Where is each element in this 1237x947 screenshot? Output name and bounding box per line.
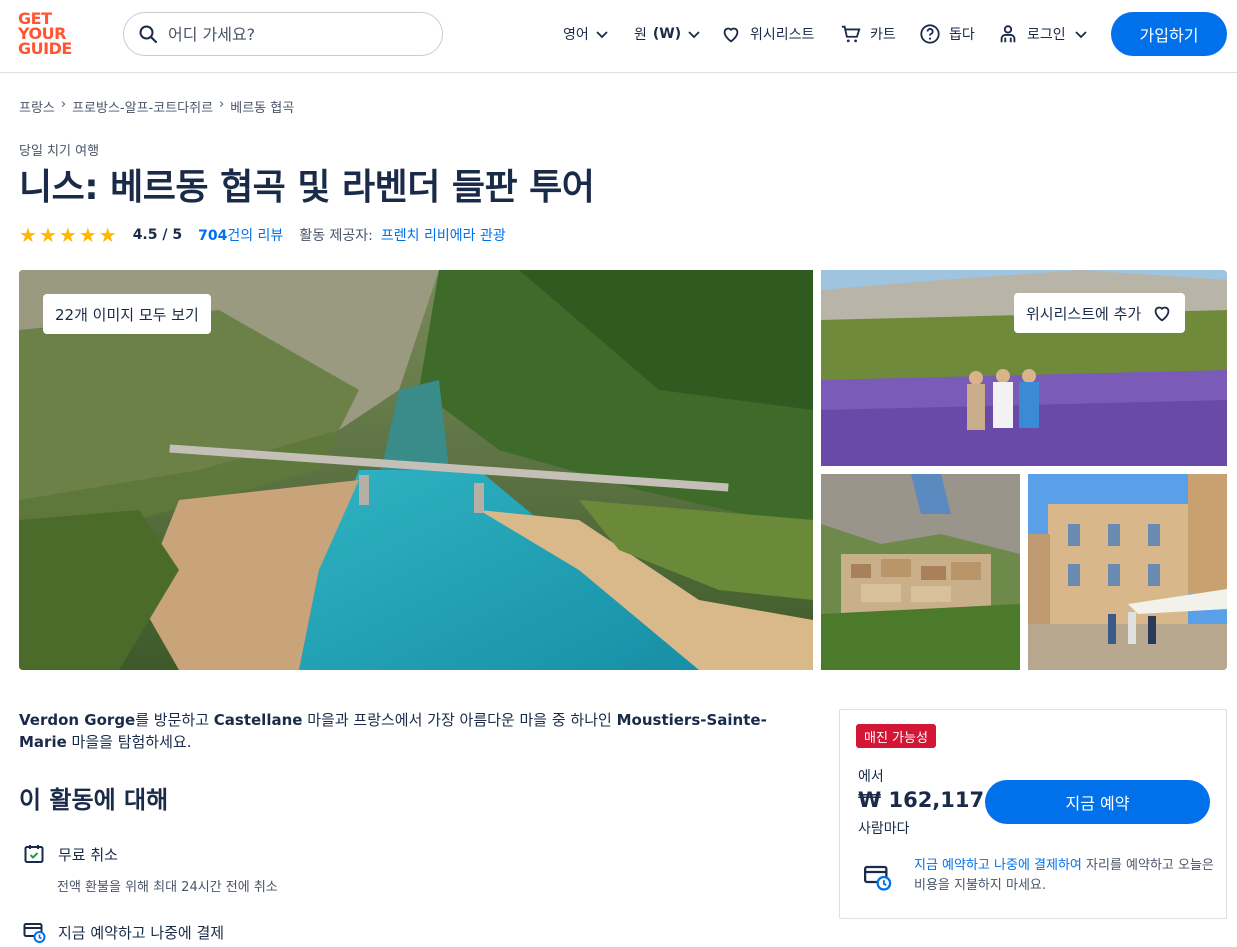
cart-link[interactable]: 카트 [840, 22, 896, 46]
summary-place-verdon: Verdon Gorge [19, 711, 136, 729]
rating-row: ★ ★ ★ ★ ★ 4.5 / 5 704건의 리뷰 활동 제공자: 프렌치 리… [19, 225, 506, 245]
help-link[interactable]: 돕다 [919, 22, 975, 46]
review-count: 704 [198, 228, 228, 244]
free-cancel-description: 전액 환불을 위해 최대 24시간 전에 취소 [57, 880, 278, 895]
about-section-title: 이 활동에 대해 [19, 786, 169, 814]
free-cancel-label: 무료 취소 [58, 845, 118, 864]
feature-free-cancellation: 무료 취소 [22, 842, 118, 866]
gallery-town-image[interactable] [1028, 474, 1227, 670]
feature-reserve-now-pay-later: 지금 예약하고 나중에 결제 [22, 920, 224, 944]
activity-summary: Verdon Gorge를 방문하고 Castellane 마을과 프랑스에서 … [19, 709, 809, 753]
cart-icon [841, 25, 861, 43]
summary-place-castellane: Castellane [213, 711, 303, 729]
price-from-label: 에서 [858, 769, 884, 785]
breadcrumb-separator: › [219, 97, 225, 112]
language-label: 영어 [563, 27, 589, 43]
currency-label: 원 [634, 27, 647, 43]
activity-category: 당일 치기 여행 [19, 144, 100, 159]
provider-label: 활동 제공자: [299, 228, 373, 244]
chevron-down-icon [1075, 31, 1087, 39]
signup-button[interactable]: 가입하기 [1111, 12, 1227, 56]
breadcrumb: 프랑스 › 프로방스-알프-코트다쥐르 › 베르동 협곡 [19, 97, 294, 116]
star-icon: ★ [98, 223, 117, 247]
chevron-down-icon [596, 31, 608, 39]
star-icon: ★ [78, 223, 97, 247]
review-suffix: 건의 리뷰 [227, 228, 284, 244]
pay-later-link[interactable]: 지금 예약하고 나중에 결제하여 [914, 858, 1082, 873]
heart-icon [1154, 306, 1170, 322]
wishlist-label: 위시리스트 [750, 27, 815, 43]
pay-later-info: 지금 예약하고 나중에 결제하여 자리를 예약하고 오늘은 비용을 지불하지 마… [862, 856, 1222, 896]
price-value: ₩ 162,117 [858, 788, 985, 812]
search-bar[interactable] [123, 12, 443, 56]
page-title: 니스: 베르동 협곡 및 라벤더 들판 투어 [19, 167, 595, 208]
book-now-button[interactable]: 지금 예약 [985, 780, 1210, 824]
search-input[interactable] [168, 24, 428, 44]
summary-text-3: 마을을 탐험하세요. [66, 733, 192, 751]
breadcrumb-item-gorge[interactable]: 베르동 협곡 [230, 97, 294, 116]
search-icon [139, 25, 157, 43]
rating-value: 4.5 / 5 [132, 227, 183, 243]
calendar-check-icon [24, 845, 44, 863]
reviews-link[interactable]: 704건의 리뷰 [198, 225, 283, 245]
login-menu[interactable]: 로그인 [997, 22, 1088, 46]
booking-card: 매진 가능성 에서 ₩ 162,117 사람마다 지금 예약 지금 예약하고 나… [839, 709, 1227, 919]
login-label: 로그인 [1027, 27, 1066, 43]
wishlist-link[interactable]: 위시리스트 [720, 22, 814, 46]
reserve-later-label: 지금 예약하고 나중에 결제 [58, 923, 225, 942]
getyourguide-logo[interactable]: GET YOUR GUIDE [18, 11, 78, 57]
summary-text-1: 를 방문하고 [135, 711, 214, 729]
language-selector[interactable]: 영어 [563, 22, 609, 46]
view-all-images-button[interactable]: 22개 이미지 모두 보기 [43, 294, 211, 334]
currency-selector[interactable]: 원 (W) [634, 22, 701, 46]
provider-link[interactable]: 프렌치 리비에라 관광 [381, 225, 506, 245]
heart-icon [723, 27, 739, 43]
likely-to-sell-out-badge: 매진 가능성 [856, 724, 936, 748]
breadcrumb-item-france[interactable]: 프랑스 [19, 97, 55, 116]
gallery-village-image[interactable] [821, 474, 1020, 670]
help-icon [920, 24, 940, 44]
cart-label: 카트 [870, 27, 896, 43]
add-to-wishlist-label: 위시리스트에 추가 [1026, 304, 1142, 323]
star-icon: ★ [19, 223, 37, 247]
logo-line-3: GUIDE [18, 39, 72, 58]
user-group-icon [1000, 25, 1016, 43]
card-clock-icon [864, 865, 892, 891]
currency-code: (W) [652, 26, 682, 42]
star-icon: ★ [38, 223, 57, 247]
card-clock-icon [23, 923, 46, 943]
chevron-down-icon [688, 31, 700, 39]
breadcrumb-separator: › [60, 97, 67, 112]
add-to-wishlist-button[interactable]: 위시리스트에 추가 [1014, 293, 1186, 333]
pay-later-text: 지금 예약하고 나중에 결제하여 자리를 예약하고 오늘은 비용을 지불하지 마… [914, 856, 1222, 896]
help-label: 돕다 [949, 27, 975, 43]
site-header: GET YOUR GUIDE 영어 원 (W) 위시리스트 카트 돕다 로그인 … [0, 0, 1237, 73]
breadcrumb-item-region[interactable]: 프로방스-알프-코트다쥐르 [72, 97, 213, 116]
star-icon: ★ [58, 223, 77, 247]
price-per-person: 사람마다 [858, 821, 910, 837]
rating-stars: ★ ★ ★ ★ ★ [19, 225, 117, 245]
summary-text-2: 마을과 프랑스에서 가장 아름다운 마을 중 하나인 [302, 711, 617, 729]
